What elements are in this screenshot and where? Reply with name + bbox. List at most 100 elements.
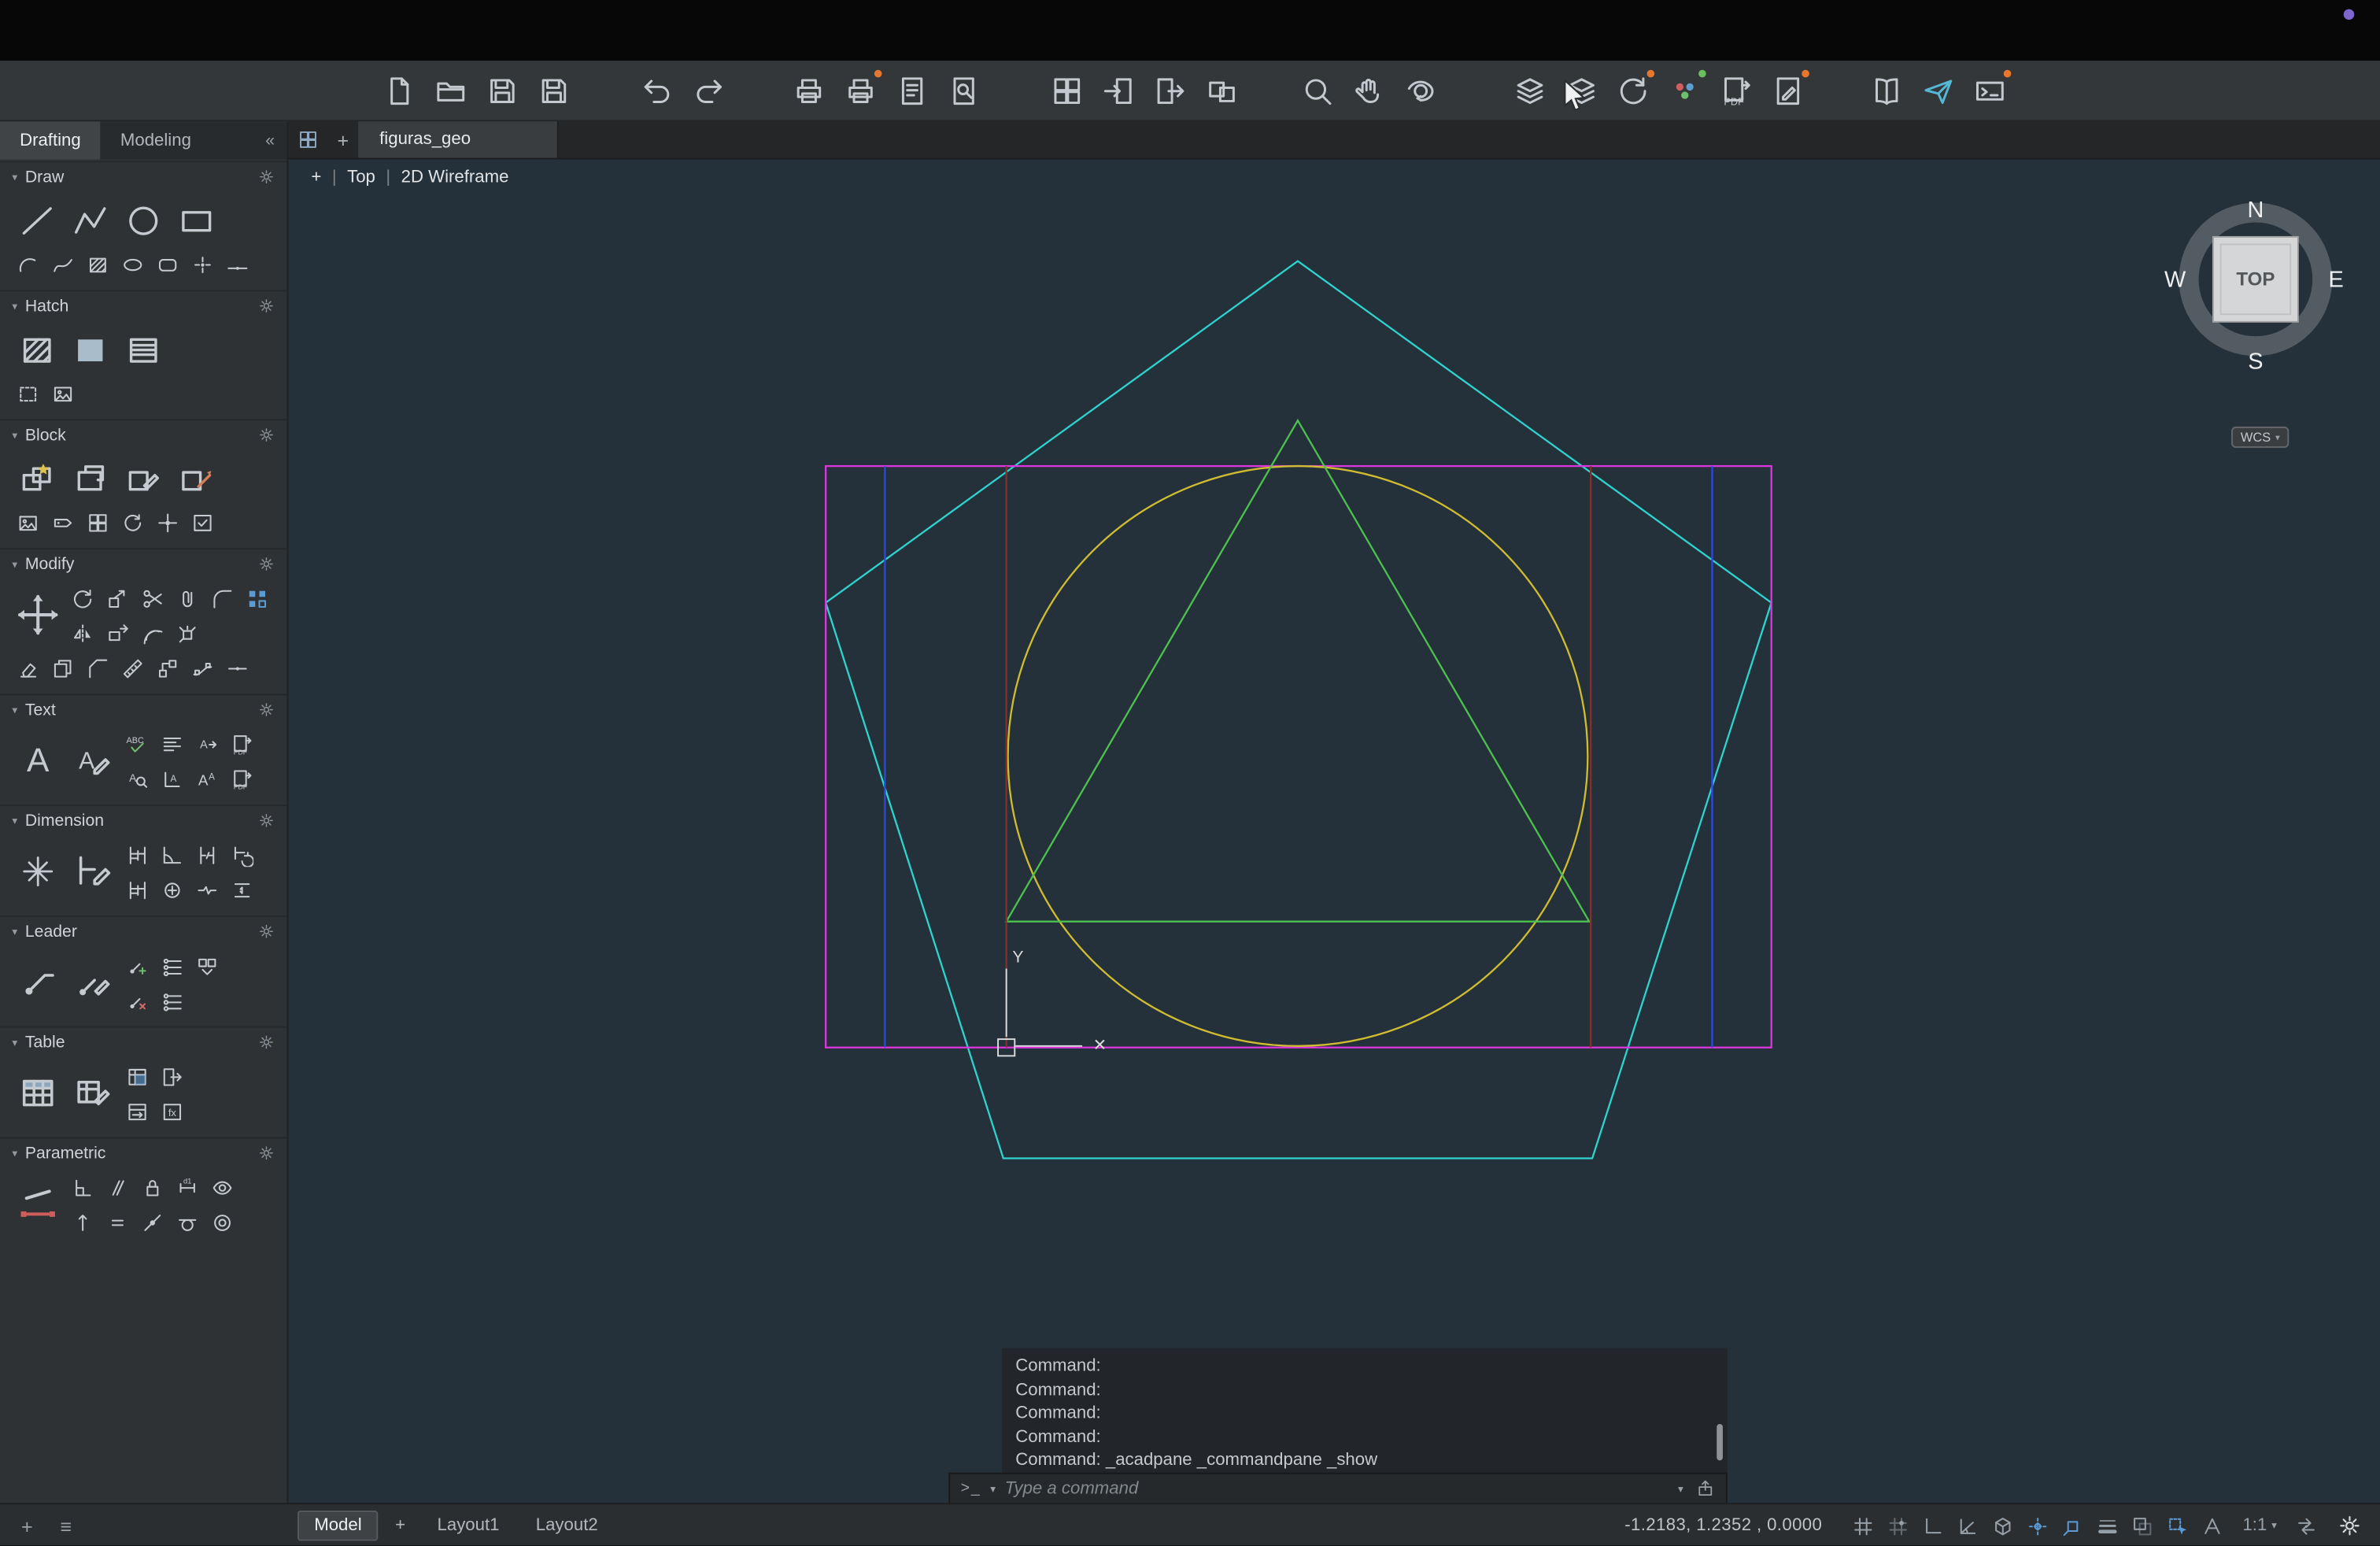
- erase-tool[interactable]: [11, 651, 46, 684]
- viewport-expand-button[interactable]: +: [311, 168, 321, 187]
- recent-commands-caret[interactable]: ▾: [990, 1482, 996, 1494]
- inscribed-circle[interactable]: [1008, 466, 1588, 1046]
- triangle[interactable]: [1007, 420, 1590, 921]
- pdf-export-tool[interactable]: PDF: [224, 762, 259, 795]
- array-tool[interactable]: [240, 582, 275, 615]
- command-input-placeholder[interactable]: Type a command: [1005, 1479, 1669, 1497]
- tab-layout1[interactable]: Layout1: [422, 1512, 515, 1540]
- palette-tab-modeling[interactable]: Modeling: [101, 121, 211, 159]
- dim-update-tool[interactable]: [224, 838, 259, 871]
- chamfer-tool[interactable]: [80, 651, 115, 684]
- transparency-toggle[interactable]: [2127, 1511, 2160, 1541]
- pan-button[interactable]: [1350, 72, 1388, 109]
- mleader-add-tool[interactable]: [120, 949, 154, 982]
- object-snap-toggle[interactable]: [2057, 1511, 2090, 1541]
- gradient-tool[interactable]: [117, 324, 171, 375]
- sync-tool[interactable]: [116, 505, 150, 538]
- sheet-set-button[interactable]: [1867, 72, 1905, 109]
- orbit-button[interactable]: [1401, 72, 1439, 109]
- workspace-switch-button[interactable]: [2290, 1511, 2323, 1541]
- osnap-tracking-toggle[interactable]: [2023, 1511, 2055, 1541]
- parallel-tool[interactable]: [100, 1171, 135, 1204]
- move-tool[interactable]: [11, 580, 65, 650]
- panel-settings-button[interactable]: [258, 556, 275, 572]
- scale-tool[interactable]: [100, 582, 135, 615]
- image-tool[interactable]: [46, 376, 80, 409]
- xline-tool[interactable]: [220, 247, 255, 280]
- explode-tool[interactable]: [170, 616, 205, 649]
- panel-settings-button[interactable]: [258, 298, 275, 314]
- chevron-down-icon[interactable]: ▾: [1678, 1482, 1683, 1494]
- zoom-window-button[interactable]: [1298, 72, 1336, 109]
- text-align-tool[interactable]: A: [155, 762, 190, 795]
- layer-properties-button[interactable]: [1510, 72, 1548, 109]
- dim-quick-tool[interactable]: [11, 837, 65, 907]
- dwg-compare-button[interactable]: [1202, 72, 1240, 109]
- mleader-align-tool[interactable]: [155, 949, 190, 982]
- rectangle[interactable]: [826, 466, 1772, 1048]
- measure-tool[interactable]: [116, 651, 150, 684]
- concentric-tool[interactable]: [205, 1205, 239, 1238]
- markup-button[interactable]: [1768, 72, 1806, 109]
- attribute-tool[interactable]: [46, 505, 80, 538]
- viewcube-west[interactable]: W: [2164, 268, 2186, 293]
- plot-button[interactable]: [841, 72, 878, 109]
- tab-layout2[interactable]: Layout2: [520, 1512, 613, 1540]
- set-base-tool[interactable]: [150, 505, 185, 538]
- new-drawing-tab-button[interactable]: +: [328, 121, 359, 157]
- copy-tool[interactable]: [46, 651, 80, 684]
- align-tool[interactable]: [150, 651, 185, 684]
- write-block-tool[interactable]: [170, 453, 224, 505]
- mtext-tool[interactable]: A: [11, 726, 65, 796]
- open-folder-button[interactable]: [431, 72, 469, 109]
- model-space-canvas[interactable]: Y✕ + | Top | 2D Wireframe N W E S TOP WC…: [288, 160, 2380, 1503]
- command-history-scrollbar[interactable]: [1717, 1424, 1723, 1460]
- mleader-collect-tool[interactable]: [190, 949, 224, 982]
- dim-space-tool[interactable]: [224, 873, 259, 906]
- selection-cycling-toggle[interactable]: [2162, 1511, 2194, 1541]
- table-export-tool[interactable]: [155, 1060, 190, 1093]
- hatch-solid-tool[interactable]: [64, 324, 117, 375]
- find-tool[interactable]: A: [120, 762, 154, 795]
- annotation-visibility-toggle[interactable]: [2197, 1511, 2230, 1541]
- mirror-tool[interactable]: [65, 616, 100, 649]
- share-button[interactable]: [1919, 72, 1957, 109]
- pentagon[interactable]: [826, 261, 1772, 1159]
- justify-tool[interactable]: [155, 727, 190, 760]
- arc-tool[interactable]: [11, 247, 46, 280]
- panel-settings-button[interactable]: [258, 168, 275, 185]
- rect-tool[interactable]: [170, 194, 224, 246]
- palette-tab-drafting[interactable]: Drafting: [0, 121, 101, 159]
- viewcube[interactable]: N W E S TOP: [2156, 183, 2356, 381]
- edit-block-tool[interactable]: [117, 453, 171, 505]
- import-text-tool[interactable]: A: [190, 727, 224, 760]
- auto-constrain-tool[interactable]: [11, 1169, 65, 1239]
- point-tool[interactable]: [185, 247, 220, 280]
- layer-states-button[interactable]: [1562, 72, 1600, 109]
- dim-center-tool[interactable]: [155, 873, 190, 906]
- show-constraints-tool[interactable]: [205, 1171, 239, 1204]
- plot-preview-button[interactable]: [944, 72, 982, 109]
- new-file-button[interactable]: [379, 72, 417, 109]
- offset-tool[interactable]: [135, 616, 170, 649]
- fillet-tool[interactable]: [205, 582, 239, 615]
- dim-edit-tool[interactable]: [65, 837, 120, 907]
- print-button[interactable]: [789, 72, 827, 109]
- insert-block-ref-button[interactable]: [1048, 72, 1085, 109]
- join-tool[interactable]: [220, 651, 255, 684]
- viewcube-north[interactable]: N: [2247, 198, 2264, 223]
- dim-break-tool[interactable]: [190, 838, 224, 871]
- save-button[interactable]: [482, 72, 520, 109]
- cell-merge-tool[interactable]: [120, 1095, 154, 1128]
- export-button[interactable]: [1151, 72, 1188, 109]
- equal-tool[interactable]: [100, 1205, 135, 1238]
- save-as-button[interactable]: [534, 72, 572, 109]
- pdf-export-button[interactable]: PDF: [1717, 72, 1754, 109]
- table-tool[interactable]: [11, 1058, 65, 1128]
- leader-tool[interactable]: [11, 947, 65, 1017]
- annotation-scale-control[interactable]: 1:1 ▾: [2242, 1517, 2276, 1535]
- ortho-mode-toggle[interactable]: [1918, 1511, 1950, 1541]
- grid-display-toggle[interactable]: [1848, 1511, 1880, 1541]
- dim-angular-tool[interactable]: [155, 838, 190, 871]
- snap-mode-toggle[interactable]: [1883, 1511, 1915, 1541]
